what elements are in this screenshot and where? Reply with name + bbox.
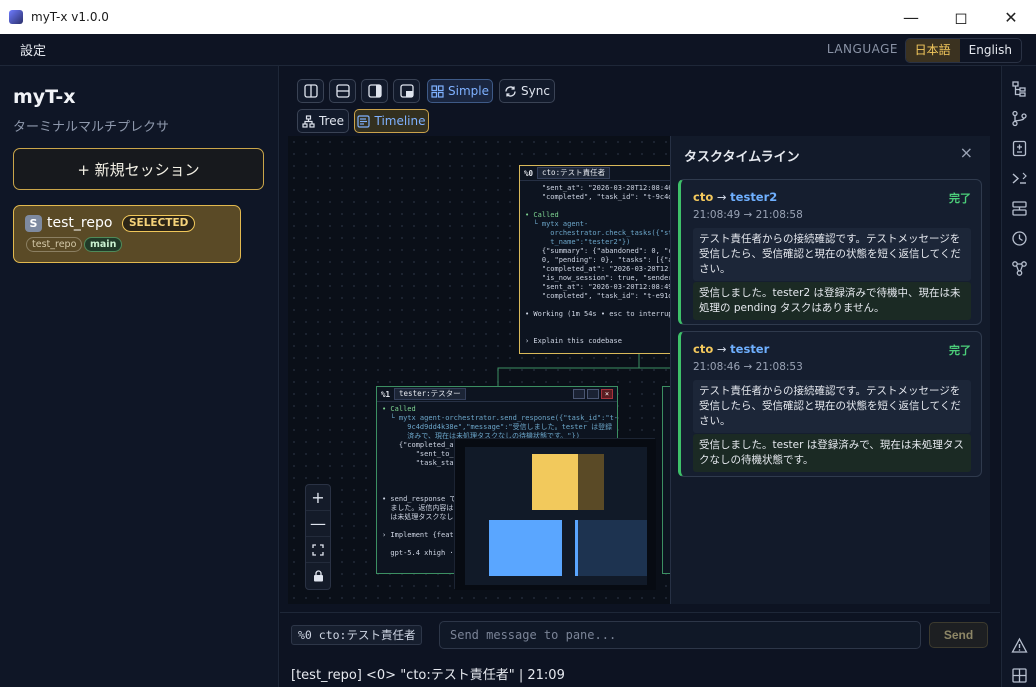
lang-ja-button[interactable]: 日本語 [905,39,960,62]
pane-maximize-button[interactable] [587,389,599,399]
status-text: [test_repo] <0> "cto:テスト責任者" | 21:09 [291,668,565,683]
timeline-icon [357,114,371,128]
git-branch-icon[interactable] [1011,110,1028,127]
sync-icon [505,85,516,97]
grid-icon [431,84,444,98]
zoom-controls: + — [305,484,331,590]
file-tree-icon[interactable] [1011,80,1028,97]
pane-id: %0 [524,168,534,178]
app-brand: myT-x [13,86,76,108]
language-label: LANGUAGE [826,42,898,56]
task-message: テスト責任者からの接続確認です。テストメッセージを受信したら、受信確認と現在の状… [693,380,971,433]
sync-button[interactable]: Sync [499,79,555,103]
task-status-badge: 完了 [949,192,971,205]
split-vertical-icon [303,84,318,98]
sync-label: Sync [521,84,550,98]
status-bar: [test_repo] <0> "cto:テスト責任者" | 21:09 [280,656,1000,687]
pane-header: %0 cto:テスト責任者 [520,166,678,181]
terminal-prompt-icon[interactable] [1011,170,1028,187]
pane-header: %1 tester:テスター × [377,387,617,402]
layout-split-vertical-button[interactable] [297,79,324,103]
lock-button[interactable] [306,563,330,589]
split-horizontal-icon [335,84,350,98]
pane-id: %1 [381,389,391,399]
grid-layout-icon[interactable] [1011,667,1028,684]
layout-right-panel-button[interactable] [361,79,388,103]
task-time-range: 21:08:46 → 21:08:53 [693,361,803,373]
send-button[interactable]: Send [929,622,988,648]
pane-split-button[interactable] [573,389,585,399]
task-reply: 受信しました。tester2 は登録済みで待機中、現在は未処理の pending… [693,282,971,320]
tree-view-label: Tree [318,114,344,128]
pane-name[interactable]: tester:テスター [394,388,466,400]
terminal-output: "sent_at": "2026-03-20T12:08:462 "comple… [525,184,679,345]
menubar: 設定 LANGUAGE 日本語 English [0,34,1036,66]
window-titlebar: myT-x v1.0.0 — ◻ ✕ [0,0,1036,34]
task-route: cto → tester2 [693,190,778,204]
message-input[interactable] [439,621,921,649]
right-tool-rail [1001,66,1036,687]
agent-network-icon[interactable] [1011,260,1028,277]
app-icon [9,10,23,24]
session-badge: S [25,215,42,232]
right-panel-icon [367,84,382,98]
tree-view-button[interactable]: Tree [297,109,349,133]
close-window-button[interactable]: ✕ [986,0,1036,34]
session-tag-branch: main [84,237,123,252]
simple-mode-label: Simple [448,84,489,98]
zoom-out-button[interactable]: — [306,511,330,537]
task-status-badge: 完了 [949,344,971,357]
lock-icon [313,570,323,582]
minimap-node-pane-1 [489,520,562,576]
pane-close-button[interactable]: × [601,389,613,399]
timeline-item[interactable]: cto → tester 完了 21:08:46 → 21:08:53 テスト責… [678,331,982,477]
task-message: テスト責任者からの接続確認です。テストメッセージを受信したら、受信確認と現在の状… [693,228,971,281]
zoom-in-button[interactable]: + [306,485,330,511]
message-input-bar: %0 cto:テスト責任者 Send [280,612,1000,656]
task-route: cto → tester [693,342,770,356]
language-switch: 日本語 English [904,38,1022,63]
fit-view-icon [312,543,324,556]
target-pane-tag: %0 cto:テスト責任者 [291,625,423,645]
minimap[interactable] [454,438,656,590]
warning-icon[interactable] [1011,637,1028,654]
maximize-button[interactable]: ◻ [936,0,986,34]
new-session-button[interactable]: + 新規セッション [13,148,264,190]
session-item-test-repo[interactable]: S test_repo SELECTED test_repo main [13,205,241,263]
minimize-button[interactable]: — [886,0,936,34]
tree-icon [302,114,315,128]
bottom-panel-icon [399,84,414,98]
history-clock-icon[interactable] [1011,230,1028,247]
timeline-item[interactable]: cto → tester2 完了 21:08:49 → 21:08:58 テスト… [678,179,982,325]
fit-view-button[interactable] [306,537,330,563]
timeline-title: タスクタイムライン [684,150,800,165]
timeline-close-button[interactable]: × [960,143,973,162]
task-time-range: 21:08:49 → 21:08:58 [693,209,803,221]
sidebar: myT-x ターミナルマルチプレクサ + 新規セッション S test_repo… [0,66,279,687]
settings-menu[interactable]: 設定 [20,40,46,59]
layout-bottom-panel-button[interactable] [393,79,420,103]
task-reply: 受信しました。tester は登録済みで、現在は未処理タスクなしの待機状態です。 [693,434,971,472]
timeline-view-button[interactable]: Timeline [354,109,429,133]
timeline-view-label: Timeline [374,114,426,128]
layout-panels-icon[interactable] [1011,200,1028,217]
pane-name[interactable]: cto:テスト責任者 [537,167,611,179]
session-tag-repo: test_repo [26,237,83,252]
terminal-pane-0[interactable]: %0 cto:テスト責任者 "sent_at": "2026-03-20T12:… [519,165,679,354]
simple-mode-button[interactable]: Simple [427,79,493,103]
minimap-node-pane-2 [575,520,647,576]
diff-file-icon[interactable] [1011,140,1028,157]
session-name: test_repo [47,215,113,231]
layout-split-horizontal-button[interactable] [329,79,356,103]
minimap-viewport-shade [578,454,604,510]
task-timeline-panel: タスクタイムライン × cto → tester2 完了 21:08:49 → … [670,136,990,604]
selected-badge: SELECTED [122,215,196,232]
lang-en-button[interactable]: English [960,39,1021,62]
app-subtitle: ターミナルマルチプレクサ [13,120,170,135]
window-title: myT-x v1.0.0 [31,10,109,24]
